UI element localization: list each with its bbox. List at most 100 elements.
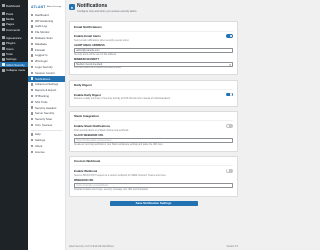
server-icon bbox=[31, 112, 34, 115]
wrench-icon bbox=[1, 52, 5, 56]
alert-email-help: Security alerts will be sent to this add… bbox=[74, 53, 117, 56]
plugin-nav-label: Notifications bbox=[34, 76, 51, 81]
media-icon bbox=[1, 17, 5, 21]
page-footer: Atlant Security v1.0.5 | Built with Word… bbox=[69, 246, 238, 248]
email-alerts-hint: Send email notifications when security e… bbox=[74, 38, 130, 42]
main-content: ● Notifications Configure how and when y… bbox=[69, 0, 250, 250]
plugin-nav-label: File Monitor bbox=[34, 30, 50, 35]
brand-logo: ATLANT bbox=[31, 5, 46, 9]
wp-menu-label: Dashboard bbox=[6, 3, 21, 8]
slack-webhook-help: Create an incoming webhook in your Slack… bbox=[74, 143, 164, 146]
page-header: ● Notifications Configure how and when y… bbox=[69, 0, 250, 21]
users-icon bbox=[1, 47, 5, 51]
plugin-nav-label: SSL Tools bbox=[34, 99, 48, 104]
page-title: Notifications bbox=[77, 3, 108, 9]
custom-webhook-row: Enable Webhook Send a JSON POST request … bbox=[74, 168, 233, 177]
gear-icon bbox=[31, 139, 34, 142]
firewall-icon bbox=[31, 48, 34, 51]
shield-icon bbox=[31, 65, 34, 69]
slack-toggle[interactable] bbox=[226, 124, 233, 128]
info-icon bbox=[31, 144, 34, 148]
settings-icon bbox=[1, 57, 5, 61]
plugin-nav-label: Login Security bbox=[34, 65, 53, 70]
user-icon bbox=[31, 54, 34, 57]
card-title: Email Notifications bbox=[74, 25, 233, 32]
slack-label: Enable Slack Notifications bbox=[74, 124, 111, 129]
help-icon bbox=[31, 133, 34, 136]
report-icon bbox=[31, 89, 34, 92]
wp-admin-sidebar: Dashboard Posts Media Pages Comments App… bbox=[0, 0, 28, 250]
clock-icon bbox=[31, 71, 34, 75]
save-notification-settings-button[interactable]: Save Notification Settings bbox=[109, 200, 198, 206]
webhook-url-label: WEBHOOK URL bbox=[74, 179, 94, 183]
wp-menu-label: Appearance bbox=[6, 35, 22, 40]
plugin-nav-license[interactable]: License bbox=[28, 149, 65, 155]
plugin-nav-label: Settings bbox=[34, 138, 46, 143]
key-icon bbox=[31, 60, 34, 63]
page-icon bbox=[1, 22, 5, 26]
plugin-nav-label: Vuln. Scanner bbox=[34, 123, 53, 128]
slack-integration-card: Slack Integration Enable Slack Notificat… bbox=[69, 110, 238, 152]
header-icon bbox=[31, 106, 34, 109]
wp-menu-label: Collapse menu bbox=[6, 68, 26, 73]
shield-icon bbox=[1, 63, 5, 67]
custom-webhook-label: Enable Webhook bbox=[74, 168, 98, 173]
plugin-nav-label: IP Blocking bbox=[34, 94, 49, 99]
webhook-url-input[interactable]: https://example.com/webhook bbox=[74, 183, 233, 188]
card-title: Daily Digest bbox=[74, 83, 233, 91]
plugin-sidebar: ATLANT Atlant Security Dashboard WP Hard… bbox=[28, 0, 66, 250]
brush-icon bbox=[1, 36, 5, 40]
ssl-icon bbox=[31, 100, 34, 104]
email-alerts-row: Enable Email Alerts Send email notificat… bbox=[74, 34, 233, 42]
dashboard-icon bbox=[31, 13, 34, 17]
bell-icon: ● bbox=[69, 4, 75, 10]
slack-webhook-input[interactable]: https://hooks.slack.com/services/... bbox=[74, 138, 233, 143]
custom-webhook-card: Custom Webhook Enable Webhook Send a JSO… bbox=[69, 155, 238, 197]
plugin-nav-label: Dashboard bbox=[34, 12, 49, 17]
daily-digest-toggle[interactable] bbox=[226, 92, 233, 97]
slack-row: Enable Slack Notifications Post security… bbox=[74, 124, 233, 132]
plugin-nav-label: Security Scan bbox=[34, 117, 53, 122]
custom-webhook-hint: Send a JSON POST request to a custom end… bbox=[74, 173, 167, 177]
plugin-nav-label: Help bbox=[34, 132, 41, 137]
license-icon bbox=[31, 150, 34, 153]
plugin-nav-label: Session Control bbox=[34, 70, 55, 75]
plugin-nav-label: WP Hardening bbox=[34, 18, 54, 23]
card-title: Custom Webhook bbox=[74, 159, 233, 167]
list-icon bbox=[31, 25, 34, 28]
email-alerts-toggle[interactable] bbox=[226, 34, 233, 38]
alert-email-input[interactable]: admin@example.com bbox=[74, 48, 233, 53]
plugin-nav-label: 2FA/Login bbox=[34, 59, 48, 64]
custom-webhook-toggle[interactable] bbox=[226, 168, 233, 173]
wp-menu-label: Plugins bbox=[6, 41, 16, 46]
plugin-nav-label: Logged In bbox=[34, 53, 48, 58]
comment-icon bbox=[1, 28, 5, 32]
plugin-nav-label: Audit Log bbox=[34, 24, 47, 29]
daily-digest-card: Daily Digest Enable Daily Digest Receive… bbox=[69, 79, 238, 107]
lock-icon bbox=[31, 19, 34, 22]
daily-digest-row: Enable Daily Digest Receive a daily summ… bbox=[74, 92, 233, 101]
severity-label: MINIMUM SEVERITY bbox=[74, 58, 100, 62]
bug-icon bbox=[31, 36, 34, 40]
wp-menu-label: Atlant Security bbox=[6, 62, 25, 67]
collapse-icon bbox=[1, 68, 5, 72]
plugin-nav-label: License bbox=[34, 149, 45, 154]
file-icon bbox=[31, 31, 34, 34]
brand-subtitle: Atlant Security bbox=[47, 6, 62, 9]
webhook-url-help: Payload includes event type, severity, m… bbox=[74, 188, 149, 191]
email-notifications-card: Email Notifications Enable Email Alerts … bbox=[69, 21, 238, 76]
plugin-nav-label: Malware Scan bbox=[34, 36, 53, 41]
plugin-nav-vuln-scanner[interactable]: Vuln. Scanner bbox=[28, 122, 65, 128]
severity-select[interactable]: Medium (recommended) bbox=[74, 62, 233, 67]
brand-logo-text: ATLANT bbox=[31, 5, 46, 10]
daily-digest-hint: Receive a daily summary of security acti… bbox=[74, 97, 171, 101]
slack-webhook-label: SLACK WEBHOOK URL bbox=[74, 134, 104, 138]
save-row: Save Notification Settings bbox=[69, 200, 238, 206]
wp-menu-collapse[interactable]: Collapse menu bbox=[0, 67, 28, 72]
wp-menu-label: Tools bbox=[6, 52, 13, 56]
plugin-nav-label: Advanced Settings bbox=[34, 82, 59, 87]
warning-icon bbox=[31, 123, 34, 127]
footer-version: Version 6.5 bbox=[226, 245, 239, 248]
wp-menu-label: Settings bbox=[6, 57, 17, 62]
scan-icon bbox=[31, 118, 34, 121]
